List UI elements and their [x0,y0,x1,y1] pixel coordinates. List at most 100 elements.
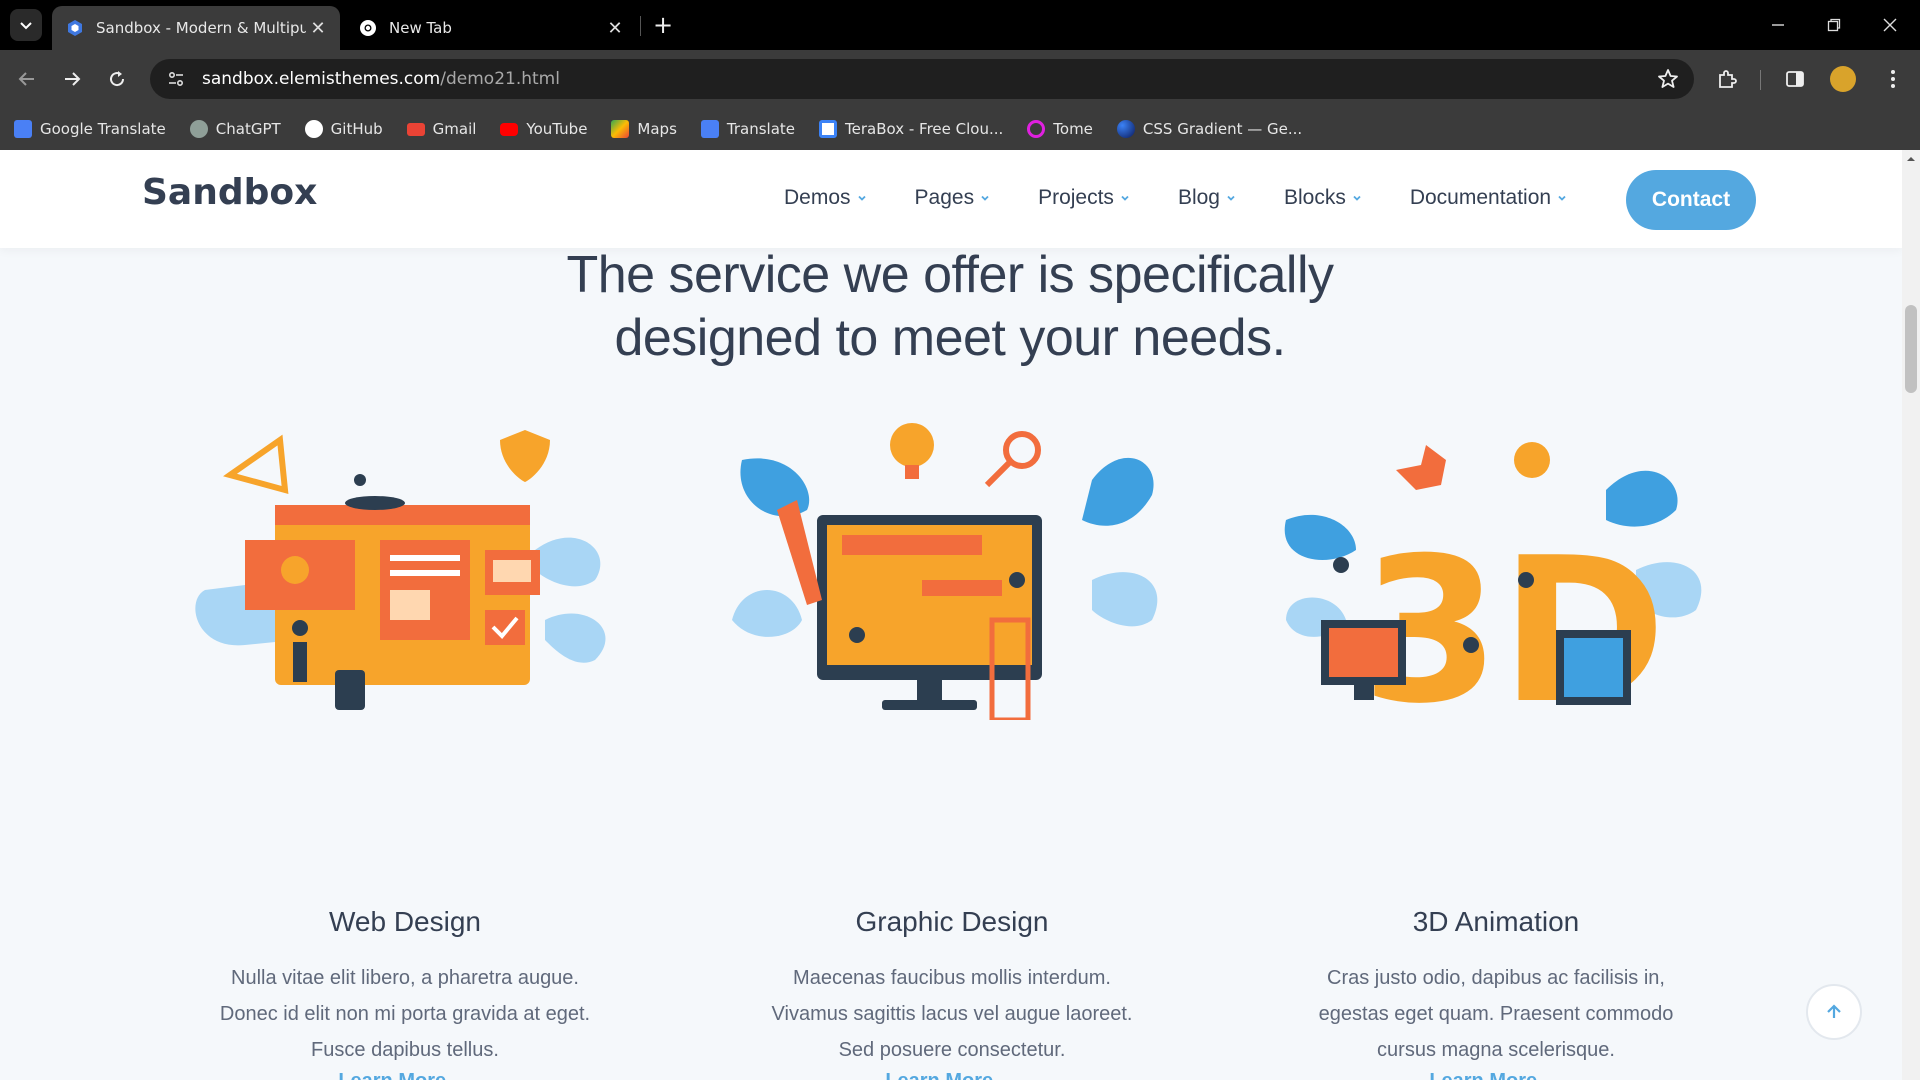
menu-documentation[interactable]: Documentation [1410,186,1567,210]
card-text-line: Sed posuere consectetur. [838,1039,1066,1061]
sandbox-favicon-icon [68,20,82,36]
arrow-up-icon [1827,1004,1841,1018]
chevron-down-icon [857,195,866,201]
restore-button[interactable] [1806,0,1862,50]
more-vertical-icon [1891,70,1895,88]
menu-blocks[interactable]: Blocks [1284,186,1362,210]
learn-more-link[interactable]: Learn More → [1266,1070,1726,1080]
card-text-line: Fusce dapibus tellus. [311,1039,499,1061]
translate-icon [700,120,719,138]
menu-label: Blog [1177,186,1220,209]
chevron-down-icon [1558,195,1566,201]
contact-button[interactable]: Contact [1626,170,1756,230]
bookmark-label: Translate [726,120,796,138]
terabox-icon [819,120,838,138]
tab-new-tab[interactable]: New Tab ✕ [345,6,637,50]
bookmark-translate[interactable]: Translate [700,120,796,138]
minimize-button[interactable] [1750,0,1806,50]
chrome-icon [360,20,376,36]
toolbar-divider [1760,70,1761,90]
bookmark-maps[interactable]: Maps [611,120,677,138]
card-text-line: Cras justo odio, dapibus ac facilisis in… [1327,967,1665,989]
github-icon [304,120,323,138]
url-path: /demo21.html [440,69,560,89]
card-title: 3D Animation [1412,906,1580,937]
css-gradient-icon [1116,120,1135,138]
bookmark-label: GitHub [330,120,383,138]
forward-button[interactable] [55,62,89,96]
scroll-up-arrow-icon[interactable] [1906,154,1916,164]
card-title: Web Design [328,906,481,937]
bookmark-label: TeraBox - Free Clou... [845,120,1004,138]
puzzle-icon [1719,70,1737,88]
page-viewport: The service we offer is specifically des… [0,150,1920,1080]
bookmark-label: YouTube [526,120,588,138]
bookmark-gmail[interactable]: Gmail [406,120,476,138]
reload-button[interactable] [100,62,134,96]
service-card-web-design: Web Design Nulla vitae elit libero, a ph… [175,420,635,1080]
main-menu: Demos Pages Projects Blog Blocks Documen… [784,186,1615,210]
learn-more-link[interactable]: Learn More → [175,1070,635,1080]
scroll-thumb[interactable] [1905,305,1917,393]
bookmark-css-gradient[interactable]: CSS Gradient — Ge... [1116,120,1302,138]
card-text-line: Maecenas faucibus mollis interdum. [793,967,1111,989]
arrow-left-icon [18,72,34,86]
bookmark-youtube[interactable]: YouTube [500,120,587,138]
tab-title: New Tab [389,19,452,37]
new-tab-button[interactable]: + [650,11,676,39]
site-logo[interactable]: Sandbox [142,172,317,213]
graphic-design-illustration [722,420,1182,723]
close-tab-icon[interactable]: ✕ [603,16,627,40]
menu-demos[interactable]: Demos [784,186,867,210]
url-host: sandbox.elemisthemes.com [202,69,441,89]
extensions-button[interactable] [1710,62,1744,96]
tab-strip: Sandbox - Modern & Multipurp ✕ New Tab ✕… [0,0,1920,50]
bookmark-terabox[interactable]: TeraBox - Free Clou... [819,120,1003,138]
tab-title: Sandbox - Modern & Multipurp [96,19,306,37]
restore-icon [1827,18,1841,32]
tab-search-button[interactable] [10,9,42,41]
bookmark-google-translate[interactable]: Google Translate [14,120,166,138]
bookmark-label: Google Translate [40,120,166,138]
card-text: Cras justo odio, dapibus ac facilisis in… [1296,960,1696,1068]
chrome-menu-button[interactable] [1876,62,1910,96]
avatar [1830,66,1856,92]
tome-icon [1027,120,1046,138]
card-text-line: cursus magna scelerisque. [1377,1039,1615,1061]
chevron-down-icon [1227,195,1235,201]
maps-icon [611,120,630,138]
close-window-button[interactable] [1862,0,1918,50]
browser-toolbar: sandbox.elemisthemes.com/demo21.html [0,50,1920,108]
bookmark-tome[interactable]: Tome [1027,120,1093,138]
menu-blog[interactable]: Blog [1178,186,1236,210]
close-icon [1883,18,1897,32]
page-scrollbar[interactable] [1902,150,1920,1080]
headline-line-1: The service we offer is specifically [566,246,1334,304]
url-text: sandbox.elemisthemes.com/demo21.html [202,69,560,89]
card-text-line: egestas eget quam. Praesent commodo [1318,1003,1674,1025]
back-button[interactable] [10,62,44,96]
menu-label: Pages [914,186,975,209]
card-text-line: Nulla vitae elit libero, a pharetra augu… [231,967,579,989]
section-headline: The service we offer is specifically des… [0,244,1900,370]
bookmark-label: ChatGPT [215,120,281,138]
bookmark-star-icon[interactable] [1656,67,1680,91]
google-translate-icon [14,120,32,138]
menu-projects[interactable]: Projects [1038,186,1130,210]
menu-pages[interactable]: Pages [915,186,991,210]
profile-button[interactable] [1826,62,1860,96]
learn-more-link[interactable]: Learn More → [722,1070,1182,1080]
site-header: Sandbox Demos Pages Projects Blog Blocks… [0,150,1902,248]
bookmark-chatgpt[interactable]: ChatGPT [189,120,281,138]
chevron-down-icon [1353,195,1361,201]
arrow-right-icon [65,72,81,86]
minimize-icon [1772,24,1784,26]
bookmark-github[interactable]: GitHub [304,120,383,138]
scroll-to-top-button[interactable] [1806,984,1862,1040]
address-bar[interactable]: sandbox.elemisthemes.com/demo21.html [150,59,1694,99]
side-panel-button[interactable] [1778,62,1812,96]
close-tab-icon[interactable]: ✕ [306,16,330,40]
card-text-line: Vivamus sagittis lacus vel augue laoreet… [771,1003,1133,1025]
site-info-icon[interactable] [162,65,190,93]
tab-sandbox[interactable]: Sandbox - Modern & Multipurp ✕ [52,6,340,50]
